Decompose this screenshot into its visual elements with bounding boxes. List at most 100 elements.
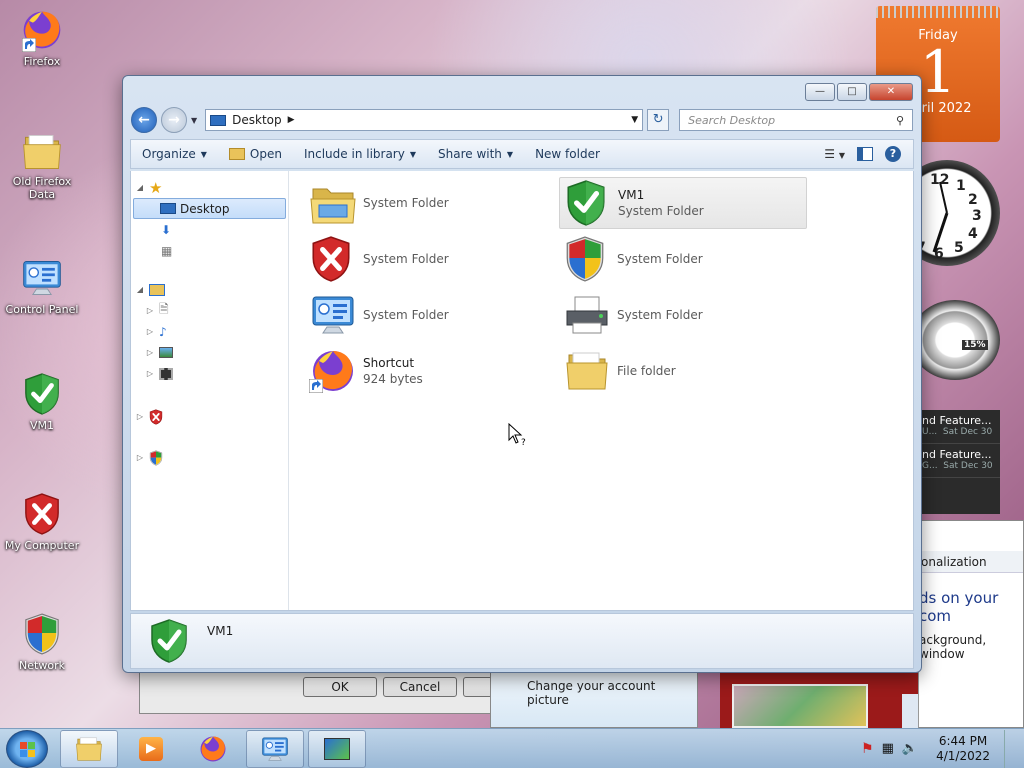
taskbar-media-player-button[interactable]: ▶: [122, 730, 180, 768]
back-button[interactable]: ←: [131, 107, 157, 133]
svg-text:?: ?: [521, 438, 526, 447]
nav-pictures[interactable]: ▷: [131, 342, 288, 363]
red-shield-icon: [20, 492, 64, 536]
nav-favorites[interactable]: ◢ ★: [131, 177, 288, 198]
file-item[interactable]: System Folder: [559, 289, 807, 341]
file-item[interactable]: System Folder: [305, 289, 553, 341]
taskbar-date: 4/1/2022: [936, 748, 990, 763]
file-item[interactable]: Shortcut 924 bytes: [305, 345, 553, 397]
folder-icon: [563, 347, 611, 395]
open-button[interactable]: Open: [218, 140, 293, 168]
forward-button[interactable]: →: [161, 107, 187, 133]
collapse-arrow-icon[interactable]: ◢: [135, 285, 145, 294]
feed-item[interactable]: nd Feature... U... Sat Dec 30: [922, 410, 1000, 444]
show-desktop-button[interactable]: [1004, 729, 1016, 768]
preview-pane-icon[interactable]: [857, 147, 873, 161]
expand-arrow-icon[interactable]: ▷: [145, 348, 155, 357]
taskbar-personalization-button[interactable]: [308, 729, 366, 768]
recent-pages-dropdown[interactable]: ▼: [191, 116, 197, 125]
file-item[interactable]: System Folder: [559, 233, 807, 285]
maximize-button[interactable]: □: [837, 83, 867, 101]
desktop-icon-my-computer[interactable]: My Computer: [0, 492, 84, 552]
desktop-icon-old-firefox-data[interactable]: Old Firefox Data: [0, 128, 84, 201]
desktop-icon: [160, 203, 176, 214]
printer-icon: [563, 291, 611, 339]
search-input[interactable]: Search Desktop ⚲: [679, 109, 913, 131]
refresh-button[interactable]: ↻: [647, 109, 670, 131]
desktop-icon-label: VM1: [29, 419, 54, 432]
desktop-icon-vm1[interactable]: VM1: [0, 372, 84, 432]
expand-arrow-icon[interactable]: ▷: [145, 306, 155, 315]
address-dropdown-icon[interactable]: ▼: [631, 115, 638, 125]
taskbar-clock[interactable]: 6:44 PM 4/1/2022: [936, 734, 990, 764]
start-button[interactable]: [6, 729, 48, 768]
taskbar: ▶ ⚑ ▦ 🔈 6:44 PM 4/1/2022: [0, 728, 1024, 768]
expand-arrow-icon[interactable]: ▷: [135, 453, 145, 462]
desktop-icon-network[interactable]: Network: [0, 612, 84, 672]
red-shield-icon: [309, 235, 357, 283]
organize-button[interactable]: Organize ▼: [131, 140, 218, 168]
breadcrumb-chevron-icon[interactable]: ▶: [288, 115, 295, 125]
network-icon[interactable]: ▦: [882, 741, 894, 756]
nav-libraries[interactable]: ◢: [131, 279, 288, 300]
search-icon[interactable]: ⚲: [896, 114, 904, 127]
collapse-arrow-icon[interactable]: ◢: [135, 183, 145, 192]
desktop-icon-firefox[interactable]: Firefox: [0, 8, 84, 68]
cancel-button[interactable]: Cancel: [383, 677, 457, 697]
expand-arrow-icon[interactable]: ▷: [145, 327, 155, 336]
desktop-icon-control-panel[interactable]: Control Panel: [0, 256, 84, 316]
explorer-window[interactable]: — □ ✕ ← → ▼ Desktop ▶ ▼ ↻ Search Desktop…: [122, 75, 922, 673]
include-in-library-button[interactable]: Include in library ▼: [293, 140, 427, 168]
chevron-down-icon: ▼: [409, 149, 416, 159]
media-player-icon: ▶: [139, 736, 163, 761]
windows-shield-icon: [20, 612, 64, 656]
share-label: Share with: [438, 147, 502, 161]
nav-music[interactable]: ▷ ♪: [131, 321, 288, 342]
recent-places-icon: ▦: [161, 243, 173, 258]
nav-downloads[interactable]: ⬇: [131, 219, 288, 240]
nav-documents[interactable]: ▷ 🗎: [131, 300, 288, 321]
apply-button-partial[interactable]: [463, 677, 493, 697]
nav-desktop-label: Desktop: [180, 201, 230, 216]
share-with-button[interactable]: Share with ▼: [427, 140, 524, 168]
feed-item[interactable]: nd Feature... G... Sat Dec 30: [922, 444, 1000, 478]
theme-thumbnail[interactable]: [902, 694, 918, 728]
details-item-name: VM1: [207, 624, 234, 638]
new-folder-button[interactable]: New folder: [524, 140, 611, 168]
expand-arrow-icon[interactable]: ▷: [135, 412, 145, 421]
volume-icon[interactable]: 🔈: [902, 741, 918, 756]
address-bar[interactable]: Desktop ▶ ▼: [205, 109, 644, 131]
nav-desktop[interactable]: Desktop: [133, 198, 286, 219]
theme-thumbnail[interactable]: [732, 684, 868, 728]
close-button[interactable]: ✕: [869, 83, 913, 101]
feed-headlines-gadget[interactable]: nd Feature... U... Sat Dec 30 nd Feature…: [920, 410, 1000, 514]
ok-button[interactable]: OK: [303, 677, 377, 697]
downloads-icon: ⬇: [161, 222, 172, 237]
feed-item-title: nd Feature...: [922, 414, 992, 427]
change-view-icon[interactable]: ☰ ▼: [824, 147, 845, 161]
nav-recent-places[interactable]: ▦: [131, 240, 288, 261]
change-account-picture-link[interactable]: Change your account picture: [491, 673, 697, 707]
red-shield-icon: [149, 409, 163, 425]
help-icon[interactable]: ?: [885, 146, 901, 162]
taskbar-firefox-button[interactable]: [184, 730, 242, 768]
firefox-icon: [198, 734, 228, 764]
file-item[interactable]: System Folder: [305, 233, 553, 285]
action-center-icon[interactable]: ⚑: [861, 741, 874, 757]
user-accounts-window: OK Cancel: [139, 672, 493, 714]
windows-logo-icon: [20, 741, 35, 757]
cpu-meter-gadget[interactable]: 15%: [910, 300, 1000, 380]
minimize-button[interactable]: —: [805, 83, 835, 101]
personalization-breadcrumb[interactable]: onalization: [919, 551, 1023, 573]
expand-arrow-icon[interactable]: ▷: [145, 369, 155, 378]
file-list: System Folder VM1 System Folder System Fo…: [289, 171, 913, 610]
navigation-bar: ← → ▼ Desktop ▶ ▼ ↻ Search Desktop ⚲: [131, 106, 913, 134]
file-item[interactable]: File folder: [559, 345, 807, 397]
nav-network[interactable]: ▷: [131, 447, 288, 468]
nav-my-computer[interactable]: ▷: [131, 406, 288, 427]
file-item-selected[interactable]: VM1 System Folder: [559, 177, 807, 229]
taskbar-explorer-button[interactable]: [60, 729, 118, 768]
file-item[interactable]: System Folder: [305, 177, 553, 229]
taskbar-control-panel-button[interactable]: [246, 729, 304, 768]
nav-videos[interactable]: ▷: [131, 363, 288, 384]
